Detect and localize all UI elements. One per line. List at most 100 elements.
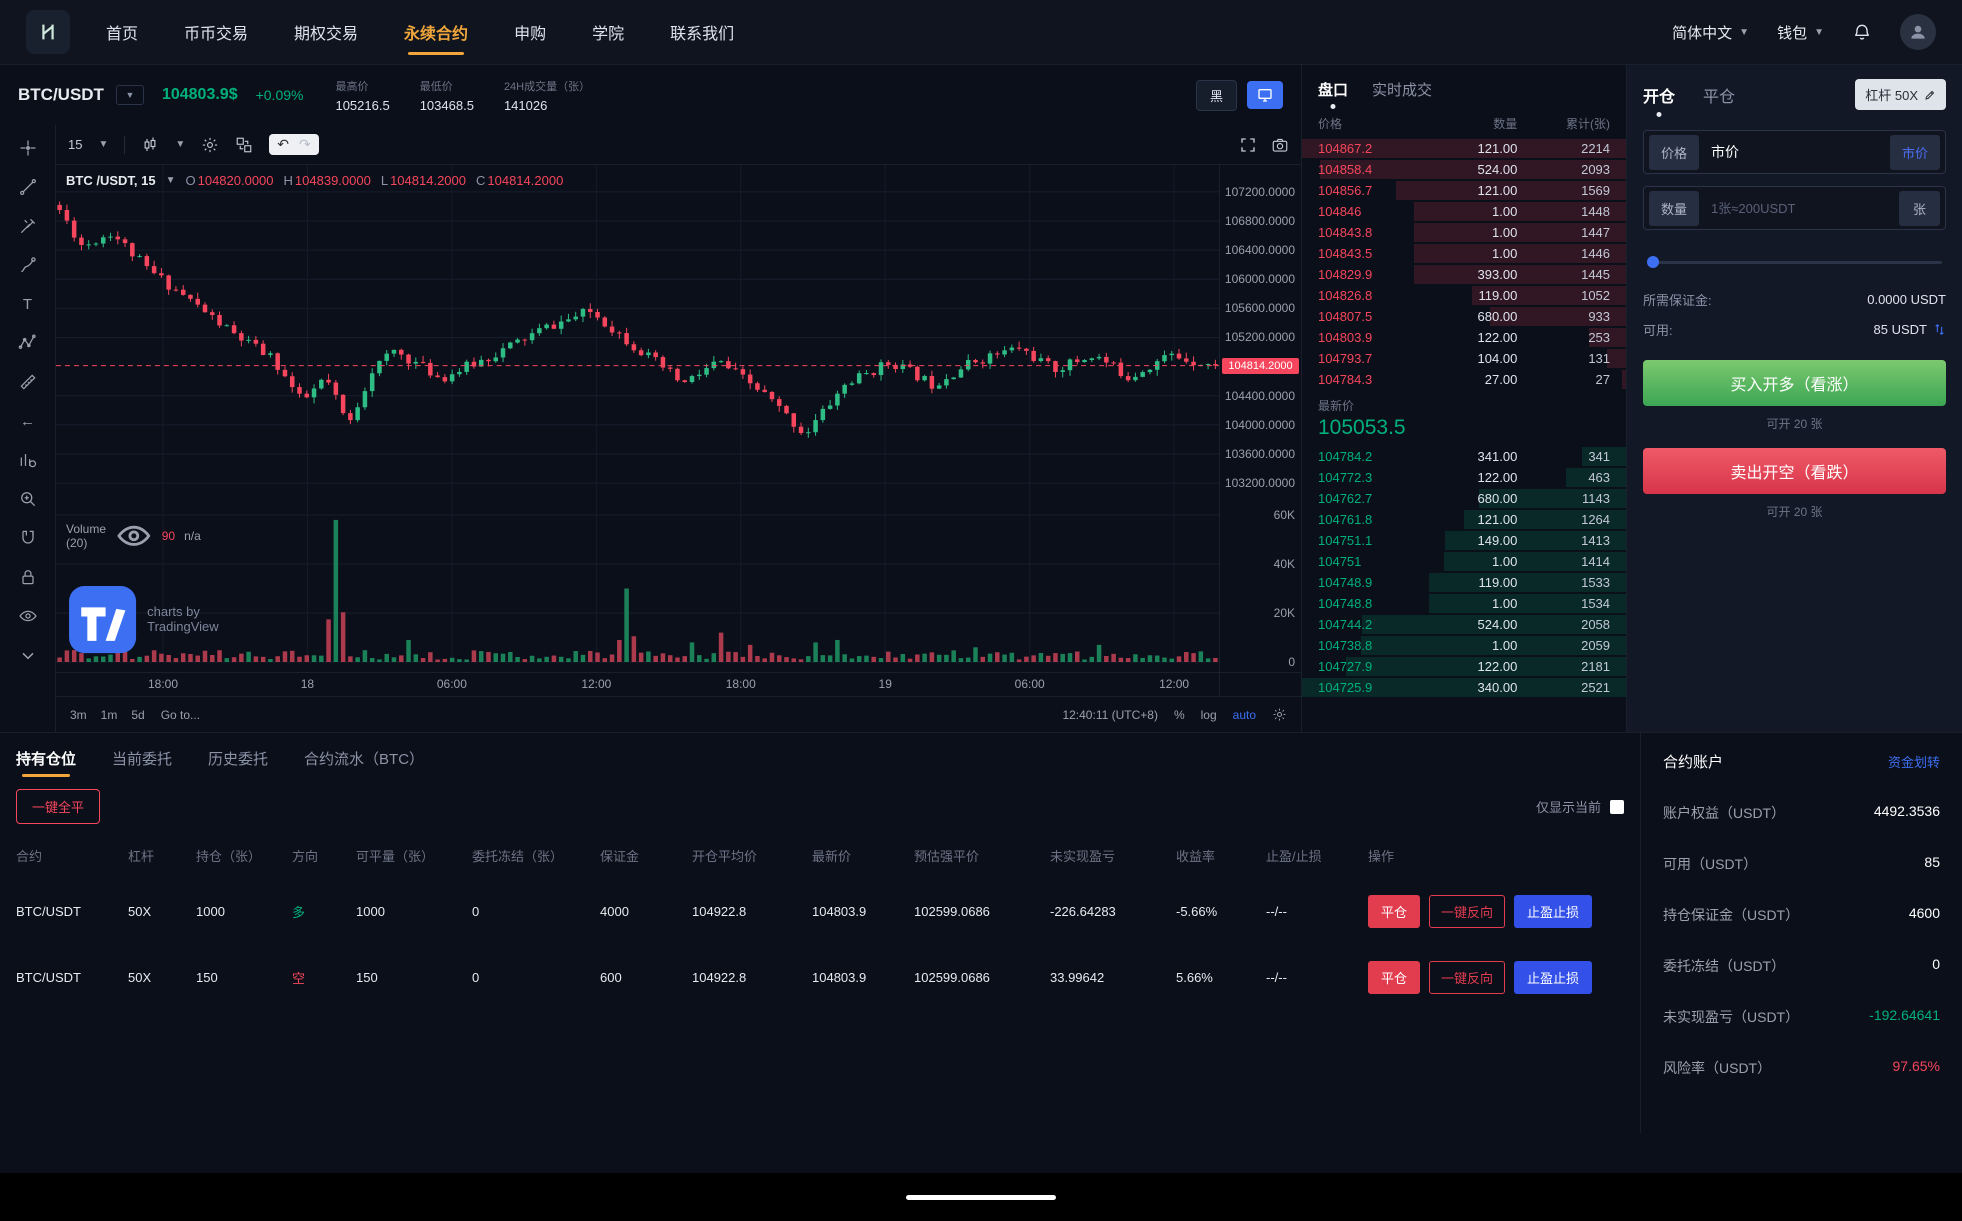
nav-item[interactable]: 永续合约 [404, 0, 468, 64]
interval-button[interactable]: 15 [68, 137, 82, 152]
tpsl-button[interactable]: 止盈止损 [1514, 894, 1593, 928]
trend-line-icon[interactable] [16, 176, 40, 198]
brush-icon[interactable] [16, 254, 40, 276]
ask-row[interactable]: 104843.8 1.00 1447 [1302, 222, 1626, 243]
collapse-toolbar-icon[interactable] [16, 644, 40, 666]
ask-row[interactable]: 104856.7 121.00 1569 [1302, 180, 1626, 201]
notifications-bell-icon[interactable] [1852, 22, 1872, 42]
bar-replay-icon[interactable] [16, 449, 40, 471]
orderbook-tab[interactable]: 实时成交 [1372, 79, 1432, 100]
ask-row[interactable]: 104784.3 27.00 27 [1302, 369, 1626, 390]
indicator-settings-icon[interactable] [201, 136, 219, 154]
ask-row[interactable]: 104807.5 680.00 933 [1302, 306, 1626, 327]
nav-item[interactable]: 联系我们 [670, 0, 734, 64]
sell-short-button[interactable]: 卖出开空（看跌） [1643, 448, 1946, 494]
bid-row[interactable]: 104784.2 341.00 341 [1302, 446, 1626, 467]
orderbook-tab[interactable]: 盘口 [1318, 79, 1348, 100]
ask-row[interactable]: 104803.9 122.00 253 [1302, 327, 1626, 348]
quantity-input[interactable] [1699, 200, 1899, 216]
legend-symbol[interactable]: BTC /USDT, 15 [66, 173, 156, 188]
bid-row[interactable]: 104761.8 121.00 1264 [1302, 509, 1626, 530]
chevron-down-icon[interactable]: ▼ [175, 139, 185, 150]
measure-icon[interactable] [16, 371, 40, 393]
positions-tab[interactable]: 合约流水（BTC） [304, 733, 424, 783]
arrow-left-icon[interactable]: ← [16, 410, 40, 432]
wallet-menu[interactable]: 钱包 ▼ [1777, 22, 1824, 43]
eye-icon[interactable] [115, 517, 153, 555]
zoom-icon[interactable] [16, 488, 40, 510]
ask-row[interactable]: 104846 1.00 1448 [1302, 201, 1626, 222]
goto-button[interactable]: Go to... [161, 708, 200, 722]
bid-row[interactable]: 104762.7 680.00 1143 [1302, 488, 1626, 509]
positions-tab[interactable]: 当前委托 [112, 733, 172, 783]
interval-chevron-icon[interactable]: ▼ [98, 139, 108, 150]
compare-icon[interactable] [235, 136, 253, 154]
close-position-button[interactable]: 平仓 [1368, 894, 1421, 928]
theme-toggle-button[interactable]: 黑 [1195, 79, 1237, 111]
lock-icon[interactable] [16, 566, 40, 588]
auto-scale-button[interactable]: auto [1233, 708, 1256, 722]
tpsl-button[interactable]: 止盈止损 [1514, 960, 1593, 994]
time-axis[interactable]: 18:00 18 06:00 12:00 18:00 19 06:00 12:00 [56, 672, 1301, 696]
fullscreen-button[interactable] [1239, 136, 1257, 154]
bid-row[interactable]: 104738.8 1.00 2059 [1302, 635, 1626, 656]
close-all-button[interactable]: 一键全平 [16, 789, 101, 824]
logo[interactable] [26, 10, 70, 54]
ask-row[interactable]: 104867.2 121.00 2214 [1302, 138, 1626, 159]
nav-item[interactable]: 币币交易 [184, 0, 248, 64]
bid-row[interactable]: 104748.8 1.00 1534 [1302, 593, 1626, 614]
home-indicator[interactable] [906, 1194, 1056, 1200]
language-selector[interactable]: 简体中文 ▼ [1672, 22, 1749, 43]
pair-selector[interactable]: BTC/USDT ▼ [18, 85, 144, 105]
transfer-icon[interactable] [1933, 323, 1946, 336]
only-current-checkbox[interactable] [1610, 799, 1624, 814]
bid-row[interactable]: 104772.3 122.00 463 [1302, 467, 1626, 488]
user-avatar[interactable] [1900, 14, 1936, 50]
ask-row[interactable]: 104858.4 524.00 2093 [1302, 159, 1626, 180]
nav-item[interactable]: 首页 [106, 0, 138, 64]
leverage-button[interactable]: 杠杆 50X [1855, 79, 1946, 110]
slider-knob[interactable] [1647, 256, 1659, 268]
eye-icon[interactable] [16, 605, 40, 627]
bid-row[interactable]: 104744.2 524.00 2058 [1302, 614, 1626, 635]
timeframe-button[interactable]: 3m [70, 708, 87, 722]
market-price-button[interactable]: 市价 [1889, 134, 1940, 170]
percent-scale-button[interactable]: % [1174, 708, 1185, 722]
quantity-slider[interactable] [1647, 256, 1942, 268]
reverse-position-button[interactable]: 一键反向 [1429, 960, 1506, 994]
nav-item[interactable]: 期权交易 [294, 0, 358, 64]
buy-long-button[interactable]: 买入开多（看涨） [1643, 360, 1946, 406]
bid-row[interactable]: 104748.9 119.00 1533 [1302, 572, 1626, 593]
chevron-down-icon[interactable]: ▼ [166, 175, 176, 186]
undo-button[interactable]: ↶ [277, 136, 289, 153]
bid-row[interactable]: 104751.1 149.00 1413 [1302, 530, 1626, 551]
tradingview-attribution[interactable]: charts by TradingView [66, 583, 219, 656]
positions-tab[interactable]: 持有仓位 [16, 733, 76, 783]
ask-row[interactable]: 104793.7 104.00 131 [1302, 348, 1626, 369]
volume-title[interactable]: Volume (20) [66, 522, 106, 550]
nav-item[interactable]: 申购 [514, 0, 546, 64]
close-position-button[interactable]: 平仓 [1368, 960, 1421, 994]
redo-button[interactable]: ↷ [299, 136, 311, 153]
text-tool-icon[interactable]: T [16, 293, 40, 315]
xabcd-pattern-icon[interactable] [16, 332, 40, 354]
camera-snapshot-button[interactable] [1271, 136, 1289, 154]
positions-tab[interactable]: 历史委托 [208, 733, 268, 783]
transfer-link[interactable]: 资金划转 [1888, 752, 1940, 771]
timeframe-button[interactable]: 1m [101, 708, 118, 722]
bid-row[interactable]: 104727.9 122.00 2181 [1302, 656, 1626, 677]
price-field-value[interactable]: 市价 [1699, 142, 1890, 162]
order-entry-tab[interactable]: 平仓 [1703, 83, 1735, 107]
ask-row[interactable]: 104826.8 119.00 1052 [1302, 285, 1626, 306]
pitchfork-icon[interactable] [16, 215, 40, 237]
chart-display-button[interactable] [1247, 81, 1283, 109]
crosshair-icon[interactable] [16, 137, 40, 159]
chart-canvas[interactable]: BTC /USDT, 15 ▼ O 104820.0000 H 104839.000… [56, 165, 1219, 672]
chart-clock[interactable]: 12:40:11 (UTC+8) [1062, 708, 1158, 722]
magnet-icon[interactable] [16, 527, 40, 549]
chart-settings-icon[interactable] [1272, 707, 1287, 722]
nav-item[interactable]: 学院 [592, 0, 624, 64]
price-axis[interactable]: 107200.0000 106800.0000 106400.0000 106000.… [1219, 165, 1301, 672]
ask-row[interactable]: 104843.5 1.00 1446 [1302, 243, 1626, 264]
ask-row[interactable]: 104829.9 393.00 1445 [1302, 264, 1626, 285]
